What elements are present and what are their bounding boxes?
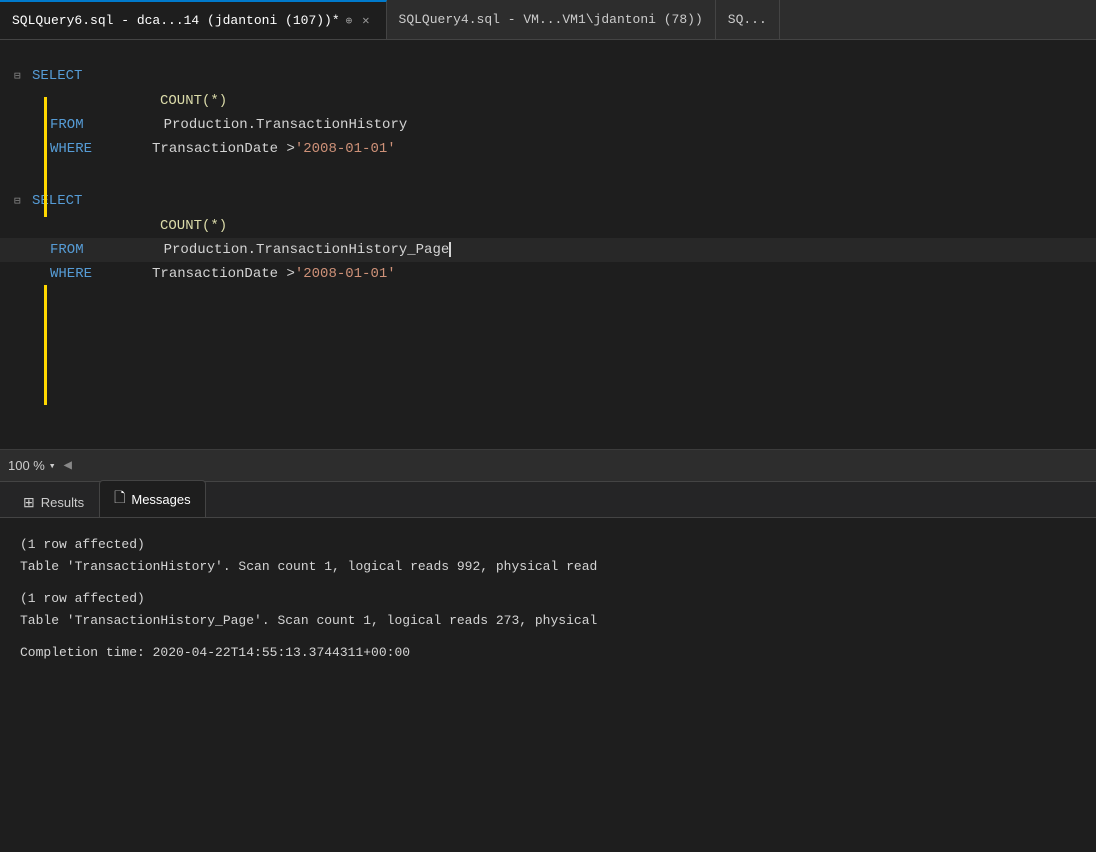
query1-select-line: ⊟ SELECT bbox=[0, 64, 1096, 89]
query1-select-kw: SELECT bbox=[32, 64, 82, 88]
tab-bar: SQLQuery6.sql - dca...14 (jdantoni (107)… bbox=[0, 0, 1096, 40]
query-spacer bbox=[0, 161, 1096, 189]
query2-count-kw: COUNT(*) bbox=[160, 214, 227, 238]
tab-sq-label: SQ... bbox=[728, 12, 767, 27]
query1-condition: TransactionDate > bbox=[152, 137, 295, 161]
query2-table: Production.TransactionHistory_Page bbox=[164, 238, 452, 262]
tab-sq[interactable]: SQ... bbox=[716, 0, 780, 39]
query2-condition: TransactionDate > bbox=[152, 262, 295, 286]
query2-from-line: FROM Production.TransactionHistory_Page bbox=[0, 238, 1096, 262]
query1-where-kw: WHERE bbox=[50, 137, 92, 161]
query1-from-line: FROM Production.TransactionHistory bbox=[0, 113, 1096, 137]
tab-sqlquery6-label: SQLQuery6.sql - dca...14 (jdantoni (107)… bbox=[12, 13, 340, 28]
tab-messages-label: Messages bbox=[131, 492, 190, 507]
block1-border bbox=[44, 97, 47, 217]
fold-icon-1[interactable]: ⊟ bbox=[14, 65, 28, 89]
query1-from-kw: FROM bbox=[50, 113, 84, 137]
msg-line-1: (1 row affected) bbox=[20, 534, 1076, 556]
query1-table: Production.TransactionHistory bbox=[164, 113, 408, 137]
fold-icon-2[interactable]: ⊟ bbox=[14, 190, 28, 214]
query1-date: '2008-01-01' bbox=[295, 137, 396, 161]
tab-results[interactable]: ⊞ Results bbox=[8, 487, 99, 517]
results-grid-icon: ⊞ bbox=[23, 494, 35, 511]
query2-from-kw: FROM bbox=[50, 238, 84, 262]
tab-sqlquery4-label: SQLQuery4.sql - VM...VM1\jdantoni (78)) bbox=[399, 12, 703, 27]
tab-messages[interactable]: 🗋 Messages bbox=[99, 480, 206, 517]
query1-where-line: WHERE TransactionDate > '2008-01-01' bbox=[0, 137, 1096, 161]
text-cursor bbox=[449, 242, 451, 257]
messages-doc-icon: 🗋 bbox=[114, 487, 125, 511]
zoom-bar: 100 % ▾ ◀ bbox=[0, 450, 1096, 482]
tab-sqlquery6[interactable]: SQLQuery6.sql - dca...14 (jdantoni (107)… bbox=[0, 0, 387, 39]
results-tab-bar: ⊞ Results 🗋 Messages bbox=[0, 482, 1096, 518]
tab-sqlquery4[interactable]: SQLQuery4.sql - VM...VM1\jdantoni (78)) bbox=[387, 0, 716, 39]
zoom-dropdown-icon[interactable]: ▾ bbox=[49, 459, 56, 473]
query1-count-kw: COUNT(*) bbox=[160, 89, 227, 113]
msg-line-4: Table 'TransactionHistory_Page'. Scan co… bbox=[20, 610, 1076, 632]
query2-select-kw: SELECT bbox=[32, 189, 82, 213]
query2-where-line: WHERE TransactionDate > '2008-01-01' bbox=[0, 262, 1096, 286]
query2-select-line: ⊟ SELECT bbox=[0, 189, 1096, 214]
msg-line-5: Completion time: 2020-04-22T14:55:13.374… bbox=[20, 642, 1076, 664]
tab-pin-icon[interactable]: ⊕ bbox=[346, 14, 353, 28]
query2-count-line: COUNT(*) bbox=[0, 214, 1096, 238]
msg-gap-1 bbox=[20, 578, 1076, 588]
query1-count-line: COUNT(*) bbox=[0, 89, 1096, 113]
zoom-level-label: 100 % bbox=[8, 458, 45, 473]
scroll-right-arrow[interactable]: ◀ bbox=[64, 457, 72, 474]
tab-close-icon[interactable]: ✕ bbox=[358, 11, 373, 30]
query2-date: '2008-01-01' bbox=[295, 262, 396, 286]
editor-area[interactable]: ⊟ SELECT COUNT(*) FROM Production.Transa… bbox=[0, 40, 1096, 450]
msg-line-3: (1 row affected) bbox=[20, 588, 1076, 610]
msg-line-2: Table 'TransactionHistory'. Scan count 1… bbox=[20, 556, 1076, 578]
tab-results-label: Results bbox=[41, 495, 84, 510]
query2-where-kw: WHERE bbox=[50, 262, 92, 286]
block2-border bbox=[44, 285, 47, 405]
messages-area: (1 row affected) Table 'TransactionHisto… bbox=[0, 518, 1096, 852]
msg-gap-2 bbox=[20, 632, 1076, 642]
